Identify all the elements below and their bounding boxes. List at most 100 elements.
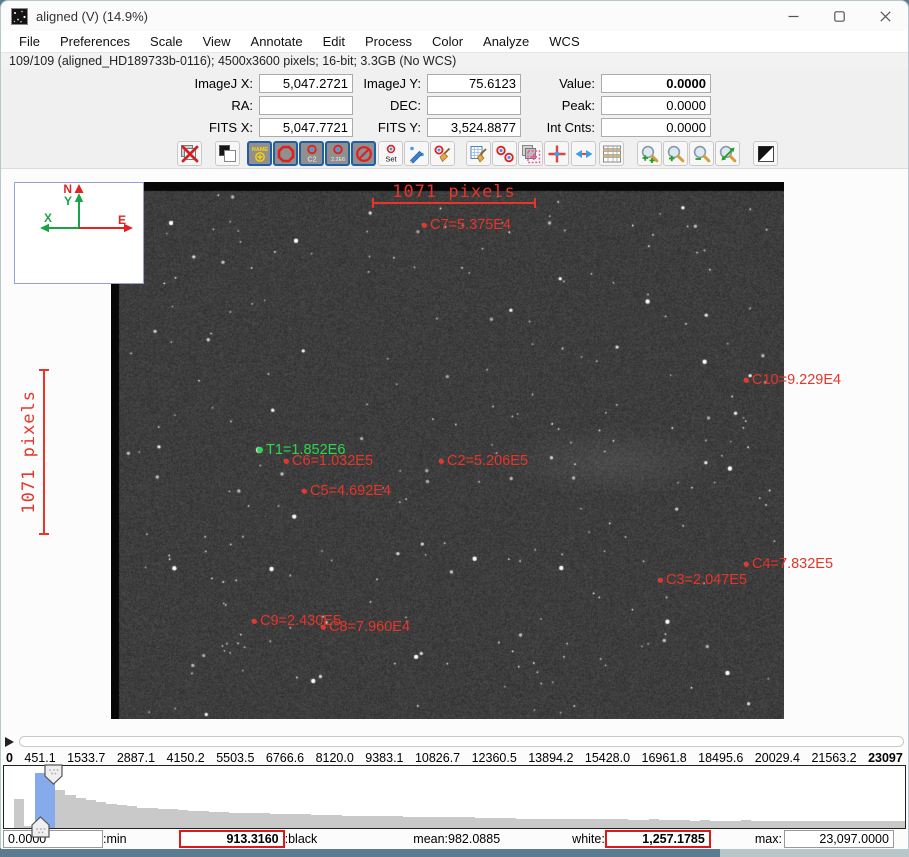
star-annotation-C4[interactable]: C4=7.832E5 (744, 556, 833, 572)
histogram-tick: 16961.8 (642, 751, 687, 765)
histogram-bar (710, 821, 720, 828)
aperture-id-button[interactable]: C2 (299, 141, 324, 166)
histogram-bar (884, 821, 894, 828)
contrast-icon (218, 144, 238, 164)
annotate-name-button[interactable]: NAME (247, 141, 272, 166)
star-image[interactable] (111, 182, 784, 719)
min-value-input[interactable] (3, 830, 103, 848)
histogram-tick: 0 (6, 751, 13, 765)
histogram-bar (270, 814, 280, 828)
two-apertures-button[interactable] (492, 141, 517, 166)
histogram-bar (424, 817, 434, 828)
menu-item-process[interactable]: Process (355, 31, 422, 52)
histogram-bar (782, 821, 792, 828)
invert-icon (756, 144, 776, 164)
max-value-input[interactable] (784, 830, 894, 848)
histogram-bar (137, 808, 147, 828)
zoom-in-fast-button[interactable] (637, 141, 662, 166)
compass-x-label: X (44, 211, 52, 225)
zoom-fit-button[interactable] (715, 141, 740, 166)
star-annotation-C2[interactable]: C2=5.206E5 (439, 453, 528, 469)
menu-item-annotate[interactable]: Annotate (241, 31, 313, 52)
histogram-section: 0451.11533.72887.14150.25503.56766.68120… (1, 732, 908, 849)
minimize-button[interactable] (770, 1, 816, 31)
white-label: white: (572, 832, 605, 846)
invert-lut-button[interactable] (753, 141, 778, 166)
clear-apertures-button[interactable] (430, 141, 455, 166)
histogram-bar (454, 817, 464, 828)
aperture-button[interactable] (273, 141, 298, 166)
white-point-slider[interactable] (44, 764, 63, 785)
histogram-bar (198, 811, 208, 828)
star-annotation-C8[interactable]: C8=7.960E4 (321, 619, 410, 635)
histogram-plot[interactable] (3, 765, 906, 829)
histogram-bar (587, 819, 597, 828)
star-annotation-C7[interactable]: C7=5.375E4 (422, 217, 511, 233)
maximize-button[interactable] (816, 1, 862, 31)
histogram-tick: 5503.5 (216, 751, 254, 765)
field-value-box: 3,524.8877 (427, 118, 521, 137)
histogram-bar (608, 819, 618, 828)
edit-apertures-button[interactable] (404, 141, 429, 166)
move-apertures-button[interactable] (571, 141, 596, 166)
close-stack-icon (180, 144, 200, 164)
field-value-box: 5,047.7721 (259, 118, 353, 137)
star-annotation-C10[interactable]: C10=9.229E4 (744, 372, 841, 388)
min-label: :min (103, 832, 127, 846)
aperture-marker (302, 489, 307, 494)
annotation-label: C7=5.375E4 (430, 217, 511, 233)
measurements-table-button[interactable] (599, 141, 624, 166)
centroid-button[interactable] (544, 141, 569, 166)
black-value-input[interactable] (179, 830, 285, 848)
black-point-slider[interactable] (31, 816, 50, 838)
star-annotation-C3[interactable]: C3=2.047E5 (658, 572, 747, 588)
svg-text:Set: Set (385, 154, 397, 163)
histogram-bar (567, 819, 577, 828)
multi-aperture-button[interactable] (518, 141, 543, 166)
menu-item-file[interactable]: File (9, 31, 50, 52)
histogram-bar (352, 816, 362, 828)
star-annotation-C6[interactable]: C6=1.032E5 (284, 453, 373, 469)
histogram-bar (853, 821, 863, 828)
annotation-label: C10=9.229E4 (752, 372, 841, 388)
annotation-label: C6=1.032E5 (292, 453, 373, 469)
app-window: aligned (V) (14.9%) FilePreferencesScale… (0, 0, 909, 848)
aperture-skip-button[interactable] (351, 141, 376, 166)
menu-item-edit[interactable]: Edit (313, 31, 355, 52)
contrast-button[interactable] (215, 141, 240, 166)
histogram-bar (731, 821, 741, 828)
top-scale-label: 1071 pixels (372, 182, 536, 202)
menu-item-preferences[interactable]: Preferences (50, 31, 140, 52)
stack-slider[interactable] (19, 736, 904, 747)
histogram-tick: 4150.2 (167, 751, 205, 765)
zoom-fast-icon (640, 144, 660, 164)
menu-item-scale[interactable]: Scale (140, 31, 193, 52)
clear-table-button[interactable] (466, 141, 491, 166)
left-scale-label: 1071 pixels (19, 390, 39, 514)
close-button[interactable] (862, 1, 908, 31)
close-stack-button[interactable] (177, 141, 202, 166)
histogram-tick: 9383.1 (365, 751, 403, 765)
zoom-out-button[interactable] (689, 141, 714, 166)
annotation-label: C3=2.047E5 (666, 572, 747, 588)
aperture-counts-button[interactable]: 2.2E6 (325, 141, 350, 166)
edit-apertures-icon (407, 144, 427, 164)
aperture-marker (284, 459, 289, 464)
histogram-bar (444, 817, 454, 828)
histogram-bar (628, 820, 638, 828)
histogram-bar (434, 817, 444, 828)
histogram-bar (792, 821, 802, 828)
menu-item-analyze[interactable]: Analyze (473, 31, 539, 52)
compass-y-label: Y (64, 194, 72, 208)
menu-item-view[interactable]: View (193, 31, 241, 52)
menu-item-color[interactable]: Color (422, 31, 473, 52)
menu-item-wcs[interactable]: WCS (539, 31, 589, 52)
set-aperture-button[interactable]: Set (378, 141, 403, 166)
two-apertures-icon (495, 144, 515, 164)
star-annotation-C5[interactable]: C5=4.692E4 (302, 483, 391, 499)
zoom-in-button[interactable] (663, 141, 688, 166)
histogram-tick: 6766.6 (266, 751, 304, 765)
stack-play-icon[interactable] (5, 737, 14, 747)
histogram-bar (516, 819, 526, 828)
white-value-input[interactable] (605, 830, 711, 848)
